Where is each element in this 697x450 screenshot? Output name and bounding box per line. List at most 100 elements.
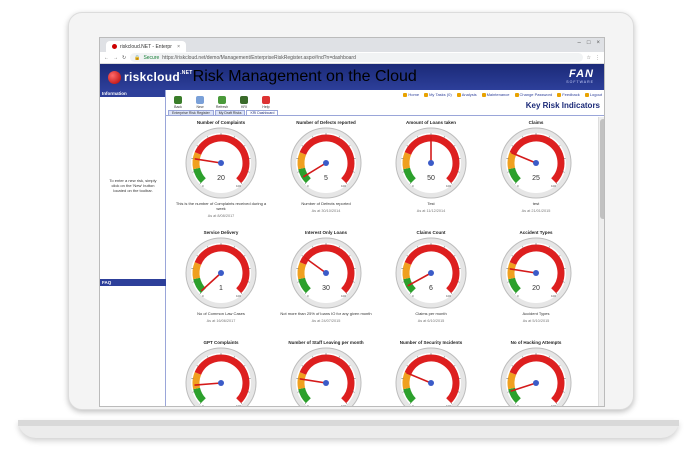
faq-heading[interactable]: FAQ xyxy=(100,279,166,286)
new-icon xyxy=(196,96,204,104)
gauge-band-1 xyxy=(192,152,202,170)
link-icon xyxy=(481,92,486,97)
browser-tab[interactable]: riskcloud.NET - Enterpr × xyxy=(106,41,186,52)
page-title: Key Risk Indicators xyxy=(525,101,600,110)
kri-icon xyxy=(240,96,248,104)
link-icon xyxy=(557,92,562,97)
gauge-max-label: 100 xyxy=(446,294,451,298)
browser-window: riskcloud.NET - Enterpr × – □ × ← → ↻ 🔒 … xyxy=(99,37,605,407)
gauge-band-1 xyxy=(402,152,412,170)
gauge-date: As at 5/10/2015 xyxy=(522,319,550,323)
back-arrow-icon[interactable]: ← xyxy=(104,55,109,61)
gauge-max-label: 100 xyxy=(341,184,346,188)
info-heading: Information xyxy=(100,90,165,97)
kri-gauge[interactable]: Claims 0 100 25 test As at 21/01/2015 xyxy=(486,119,586,213)
maximize-button[interactable]: □ xyxy=(587,40,591,46)
gauge-max-label: 100 xyxy=(236,404,241,407)
subtab-kri-dashboard[interactable]: KRI Dashboard xyxy=(246,110,279,115)
toolbar-button-new[interactable]: New xyxy=(192,96,208,109)
link-icon xyxy=(424,92,429,97)
top-link-maintenance[interactable]: Maintenance xyxy=(481,92,510,97)
kri-gauge[interactable]: GPT Complaints 0 100 xyxy=(171,339,271,407)
kri-gauge[interactable]: Accident Types 0 100 20 Accident Types As at … xyxy=(486,229,586,323)
gauge-max-label: 100 xyxy=(551,294,556,298)
toolbar-button-help[interactable]: Help xyxy=(258,96,274,109)
toolbar-label: New xyxy=(196,105,204,109)
subtab-enterprise-risk-register[interactable]: Enterprise Risk Register xyxy=(168,110,214,115)
top-link-label: Maintenance xyxy=(486,92,510,97)
close-window-button[interactable]: × xyxy=(596,40,600,46)
top-link-label: Feedback xyxy=(562,92,580,97)
kri-gauge[interactable]: Amount of Loans taken 0 100 50 Test As at 11/… xyxy=(381,119,481,213)
toolbar-button-kri[interactable]: KRI xyxy=(236,96,252,109)
top-link-label: Analysis xyxy=(461,92,477,97)
reload-icon[interactable]: ↻ xyxy=(122,55,126,61)
kri-gauge[interactable]: Number of Security Incidents 0 100 xyxy=(381,339,481,407)
minimize-button[interactable]: – xyxy=(578,40,581,46)
toolbar-button-back[interactable]: Back xyxy=(170,96,186,109)
gauge-title: Claims Count xyxy=(416,230,446,235)
top-link-feedback[interactable]: Feedback xyxy=(557,92,580,97)
top-link-home[interactable]: Home xyxy=(403,92,419,97)
menu-icon[interactable]: ⋮ xyxy=(595,55,600,61)
gauge-date: As at 30/10/2014 xyxy=(311,209,341,213)
url-field[interactable]: 🔒 Secure https://riskcloud.net/demo/Mana… xyxy=(130,53,583,62)
gauge-band-1 xyxy=(507,262,517,280)
gauge-max-label: 100 xyxy=(551,404,556,407)
top-link-logout[interactable]: Logout xyxy=(584,92,602,97)
link-icon xyxy=(403,92,408,97)
gauge-pivot xyxy=(533,160,539,166)
info-text: To enter a new risk, simply click on the… xyxy=(109,178,157,194)
gauge-dial: 0 10020 xyxy=(500,237,572,309)
gauge-title: Service Delivery xyxy=(203,230,239,235)
tab-title: riskcloud.NET - Enterpr xyxy=(120,43,172,50)
gauge-date: As at 6/10/2015 xyxy=(417,319,445,323)
gauge-max-label: 100 xyxy=(236,184,241,188)
scrollbar-thumb[interactable] xyxy=(600,119,604,219)
gauge-description: This is the number of Complaints receive… xyxy=(175,201,267,211)
gauge-max-label: 100 xyxy=(236,294,241,298)
kri-gauge[interactable]: Number of Staff Leaving per month 0 100 xyxy=(276,339,376,406)
gauge-band-1 xyxy=(297,262,307,280)
gauge-pivot xyxy=(218,380,224,386)
gauge-description: Claims per month xyxy=(415,311,447,316)
gauge-dial: 0 10025 xyxy=(500,127,572,199)
logo-ball-icon xyxy=(108,70,121,84)
app-banner: riskcloud.NET Risk Management on the Clo… xyxy=(100,64,604,90)
window-controls: – □ × xyxy=(578,40,600,46)
top-link-my-tasks-0[interactable]: My Tasks (0) xyxy=(424,92,452,97)
kri-gauge[interactable]: Number of Defects reported 0 100 5 Number of… xyxy=(276,119,376,213)
address-bar-row: ← → ↻ 🔒 Secure https://riskcloud.net/dem… xyxy=(100,52,604,64)
kri-gauge[interactable]: Claims Count 0 100 6 Claims per month As at 6… xyxy=(381,229,481,323)
gauge-dial: 0 100 xyxy=(185,347,257,407)
kri-gauge[interactable]: Number of Complaints 0 100 20 This is the nu… xyxy=(171,119,271,218)
gauge-band-1 xyxy=(402,372,412,390)
gauge-band-1 xyxy=(402,262,412,280)
subtab-my-draft-risks[interactable]: My Draft Risks xyxy=(214,110,246,115)
content-scrollbar[interactable] xyxy=(598,117,604,406)
kri-gauge[interactable]: Service Delivery 0 100 1 No of Common Law Ca… xyxy=(171,229,271,323)
gauge-grid: Number of Complaints 0 100 20 This is the nu… xyxy=(166,117,596,407)
brand-name: FAN xyxy=(569,68,594,80)
top-link-change-password[interactable]: Change Password xyxy=(514,92,552,97)
gauge-max-label: 100 xyxy=(446,404,451,407)
gauge-value: 20 xyxy=(532,285,540,292)
brand-sub: SOFTWARE xyxy=(566,80,594,84)
gauge-description: No of Common Law Cases xyxy=(197,311,245,316)
forward-arrow-icon[interactable]: → xyxy=(113,55,118,61)
logo-text: riskcloud.NET xyxy=(124,70,193,84)
link-icon xyxy=(456,92,461,97)
top-link-analysis[interactable]: Analysis xyxy=(456,92,477,97)
gauge-date: As at 16/06/2017 xyxy=(206,319,236,323)
app-logo[interactable]: riskcloud.NET xyxy=(108,70,193,84)
gauge-title: Claims xyxy=(528,120,544,125)
kri-gauge[interactable]: No of Hacking Attempts 0 100 xyxy=(486,339,586,407)
gauge-title: Amount of Loans taken xyxy=(405,120,456,125)
star-icon[interactable]: ☆ xyxy=(587,55,591,61)
kri-gauge[interactable]: Interest Only Loans 0 100 30 Not more than 2… xyxy=(276,229,376,323)
toolbar-label: Help xyxy=(262,105,270,109)
tab-close-icon[interactable]: × xyxy=(177,44,180,50)
gauge-value: 1 xyxy=(219,285,223,292)
sidebar: Information To enter a new risk, simply … xyxy=(100,90,166,406)
toolbar-button-refresh[interactable]: Refresh xyxy=(214,96,230,109)
